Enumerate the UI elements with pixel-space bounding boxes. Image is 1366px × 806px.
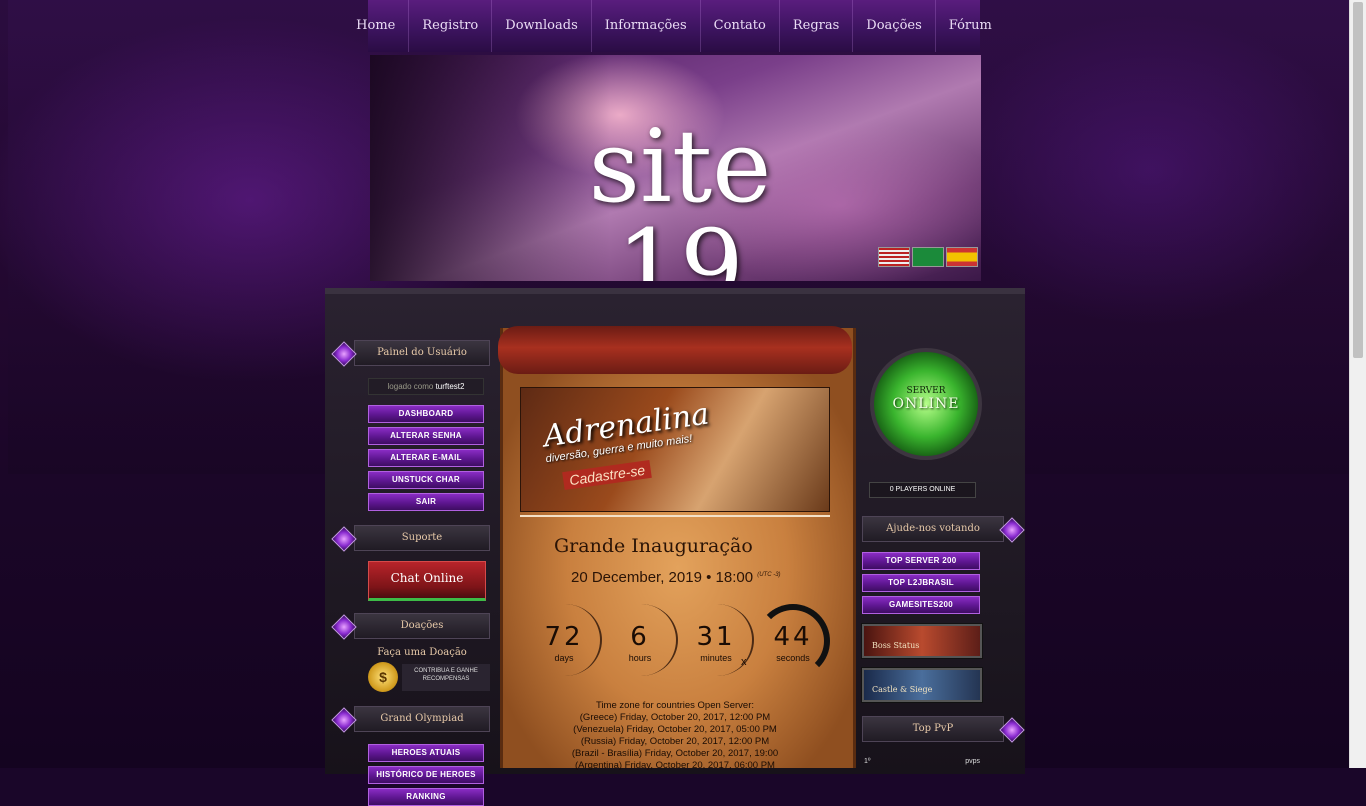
countdown-timer: 72 days 6 hours 31 minutes 44 seconds bbox=[528, 604, 830, 678]
event-timezone: (UTC -3) bbox=[757, 572, 781, 578]
vote-gamesites200-button[interactable]: GAMESITES200 bbox=[862, 596, 980, 614]
logout-button[interactable]: SAIR bbox=[368, 493, 484, 511]
flag-br-icon[interactable] bbox=[912, 247, 944, 267]
countdown-seconds: 44 seconds bbox=[756, 604, 830, 678]
server-label: SERVER bbox=[906, 386, 946, 396]
support-header: Suporte bbox=[331, 525, 490, 552]
ranking-button[interactable]: RANKING bbox=[368, 788, 484, 806]
timezone-line: (Russia) Friday, October 20, 2017, 12:00… bbox=[580, 736, 770, 747]
top-pvp-header: Top PvP bbox=[862, 716, 1025, 743]
top-nav: Home Registro Downloads Informações Cont… bbox=[356, 0, 992, 52]
gem-icon bbox=[999, 517, 1025, 543]
gem-icon bbox=[331, 526, 357, 552]
olympiad-header: Grand Olympiad bbox=[331, 706, 490, 733]
nav-informacoes[interactable]: Informações bbox=[592, 0, 701, 52]
right-sidebar: SERVER ONLINE 0 PLAYERS ONLINE Ajude-nos… bbox=[858, 340, 1028, 765]
current-heroes-button[interactable]: HEROES ATUAIS bbox=[368, 744, 484, 762]
register-promo-banner[interactable]: Adrenalina diversão, guerra e muito mais… bbox=[520, 387, 830, 512]
boss-status-button[interactable]: Boss Status bbox=[862, 624, 982, 658]
timezone-list: Time zone for countries Open Server: (Gr… bbox=[540, 700, 810, 772]
gem-icon bbox=[999, 717, 1025, 743]
logged-prefix: logado como bbox=[387, 382, 434, 391]
divider bbox=[520, 515, 830, 517]
nav-contato[interactable]: Contato bbox=[701, 0, 780, 52]
nav-home[interactable]: Home bbox=[343, 0, 410, 52]
flag-es-icon[interactable] bbox=[946, 247, 978, 267]
timezone-line: (Greece) Friday, October 20, 2017, 12:00… bbox=[579, 712, 771, 723]
timezone-title: Time zone for countries Open Server: bbox=[595, 700, 755, 711]
nav-registro[interactable]: Registro bbox=[409, 0, 493, 52]
countdown-days: 72 days bbox=[528, 604, 602, 676]
promo-cta: Cadastre-se bbox=[562, 459, 653, 491]
support-title: Suporte bbox=[401, 532, 443, 543]
user-panel-title: Painel do Usuário bbox=[377, 347, 467, 358]
event-date-text: 20 December, 2019 • 18:00 bbox=[571, 569, 754, 586]
nav-downloads[interactable]: Downloads bbox=[492, 0, 592, 52]
nav-forum[interactable]: Fórum bbox=[936, 0, 1005, 52]
castle-siege-button[interactable]: Castle & Siege bbox=[862, 668, 982, 702]
chat-online-button[interactable]: Chat Online bbox=[368, 561, 486, 601]
vote-topserver200-button[interactable]: TOP SERVER 200 bbox=[862, 552, 980, 570]
server-status: ONLINE bbox=[892, 396, 960, 412]
donate-heading: Faça uma Doação bbox=[377, 647, 467, 658]
nav-doacoes[interactable]: Doações bbox=[853, 0, 936, 52]
countdown-days-value: 72 bbox=[544, 622, 584, 652]
donations-title: Doações bbox=[400, 620, 444, 631]
server-status-orb: SERVER ONLINE bbox=[870, 348, 982, 460]
donations-header: Doações bbox=[331, 613, 490, 640]
top-pvp-title: Top PvP bbox=[912, 723, 954, 734]
timezone-line: (Argentina) Friday, October 20, 2017, 06… bbox=[575, 760, 775, 771]
timezone-line: (Brazil - Brasília) Friday, October 20, … bbox=[571, 748, 779, 759]
countdown-seconds-value: 44 bbox=[773, 622, 813, 652]
nav-regras[interactable]: Regras bbox=[780, 0, 854, 52]
countdown-hours: 6 hours bbox=[604, 604, 678, 676]
change-password-button[interactable]: ALTERAR SENHA bbox=[368, 427, 484, 445]
gem-icon bbox=[331, 341, 357, 367]
olympiad-title: Grand Olympiad bbox=[380, 713, 464, 724]
change-email-button[interactable]: ALTERAR E-MAIL bbox=[368, 449, 484, 467]
user-panel-header: Painel do Usuário bbox=[331, 340, 490, 367]
vote-l2jbrasil-button[interactable]: TOP L2JBRASIL bbox=[862, 574, 980, 592]
logged-in-status: logado como turftest2 bbox=[368, 378, 484, 395]
logged-username: turftest2 bbox=[435, 382, 465, 391]
gem-icon bbox=[331, 707, 357, 733]
pvp-label: pvps bbox=[965, 758, 980, 765]
heroes-history-button[interactable]: HISTÓRICO DE HEROES bbox=[368, 766, 484, 784]
gem-icon bbox=[331, 614, 357, 640]
flag-us-icon[interactable] bbox=[878, 247, 910, 267]
players-online: 0 PLAYERS ONLINE bbox=[869, 482, 976, 498]
scrollbar-thumb[interactable] bbox=[1353, 2, 1363, 358]
pvp-row: 1º pvps bbox=[864, 758, 980, 765]
site-title: site 19 bbox=[588, 108, 772, 282]
countdown-separator: x bbox=[741, 656, 747, 668]
countdown-minutes-value: 31 bbox=[696, 622, 736, 652]
dashboard-button[interactable]: DASHBOARD bbox=[368, 405, 484, 423]
event-title: Grande Inauguração bbox=[554, 535, 753, 557]
left-sidebar: Painel do Usuário logado como turftest2 … bbox=[330, 340, 500, 806]
timezone-line: (Venezuela) Friday, October 20, 2017, 05… bbox=[573, 724, 777, 735]
countdown-seconds-label: seconds bbox=[776, 653, 810, 663]
donate-link[interactable]: $ CONTRIBUA E GANHE RECOMPENSAS bbox=[368, 662, 490, 692]
pvp-rank: 1º bbox=[864, 758, 871, 765]
vote-title: Ajude-nos votando bbox=[886, 523, 980, 534]
unstuck-char-button[interactable]: UNSTUCK CHAR bbox=[368, 471, 484, 489]
hero-banner: site 19 bbox=[370, 55, 981, 281]
event-date: 20 December, 2019 • 18:00 (UTC -3) bbox=[571, 569, 781, 586]
scrollbar[interactable] bbox=[1349, 0, 1366, 768]
language-flags bbox=[878, 247, 978, 267]
vote-header: Ajude-nos votando bbox=[862, 516, 1025, 543]
coin-icon: $ bbox=[368, 662, 398, 692]
donate-text: CONTRIBUA E GANHE RECOMPENSAS bbox=[402, 663, 490, 691]
countdown-days-label: days bbox=[554, 653, 574, 663]
countdown-hours-value: 6 bbox=[630, 622, 650, 652]
parchment-scroll-top bbox=[498, 326, 852, 374]
countdown-hours-label: hours bbox=[628, 653, 652, 663]
